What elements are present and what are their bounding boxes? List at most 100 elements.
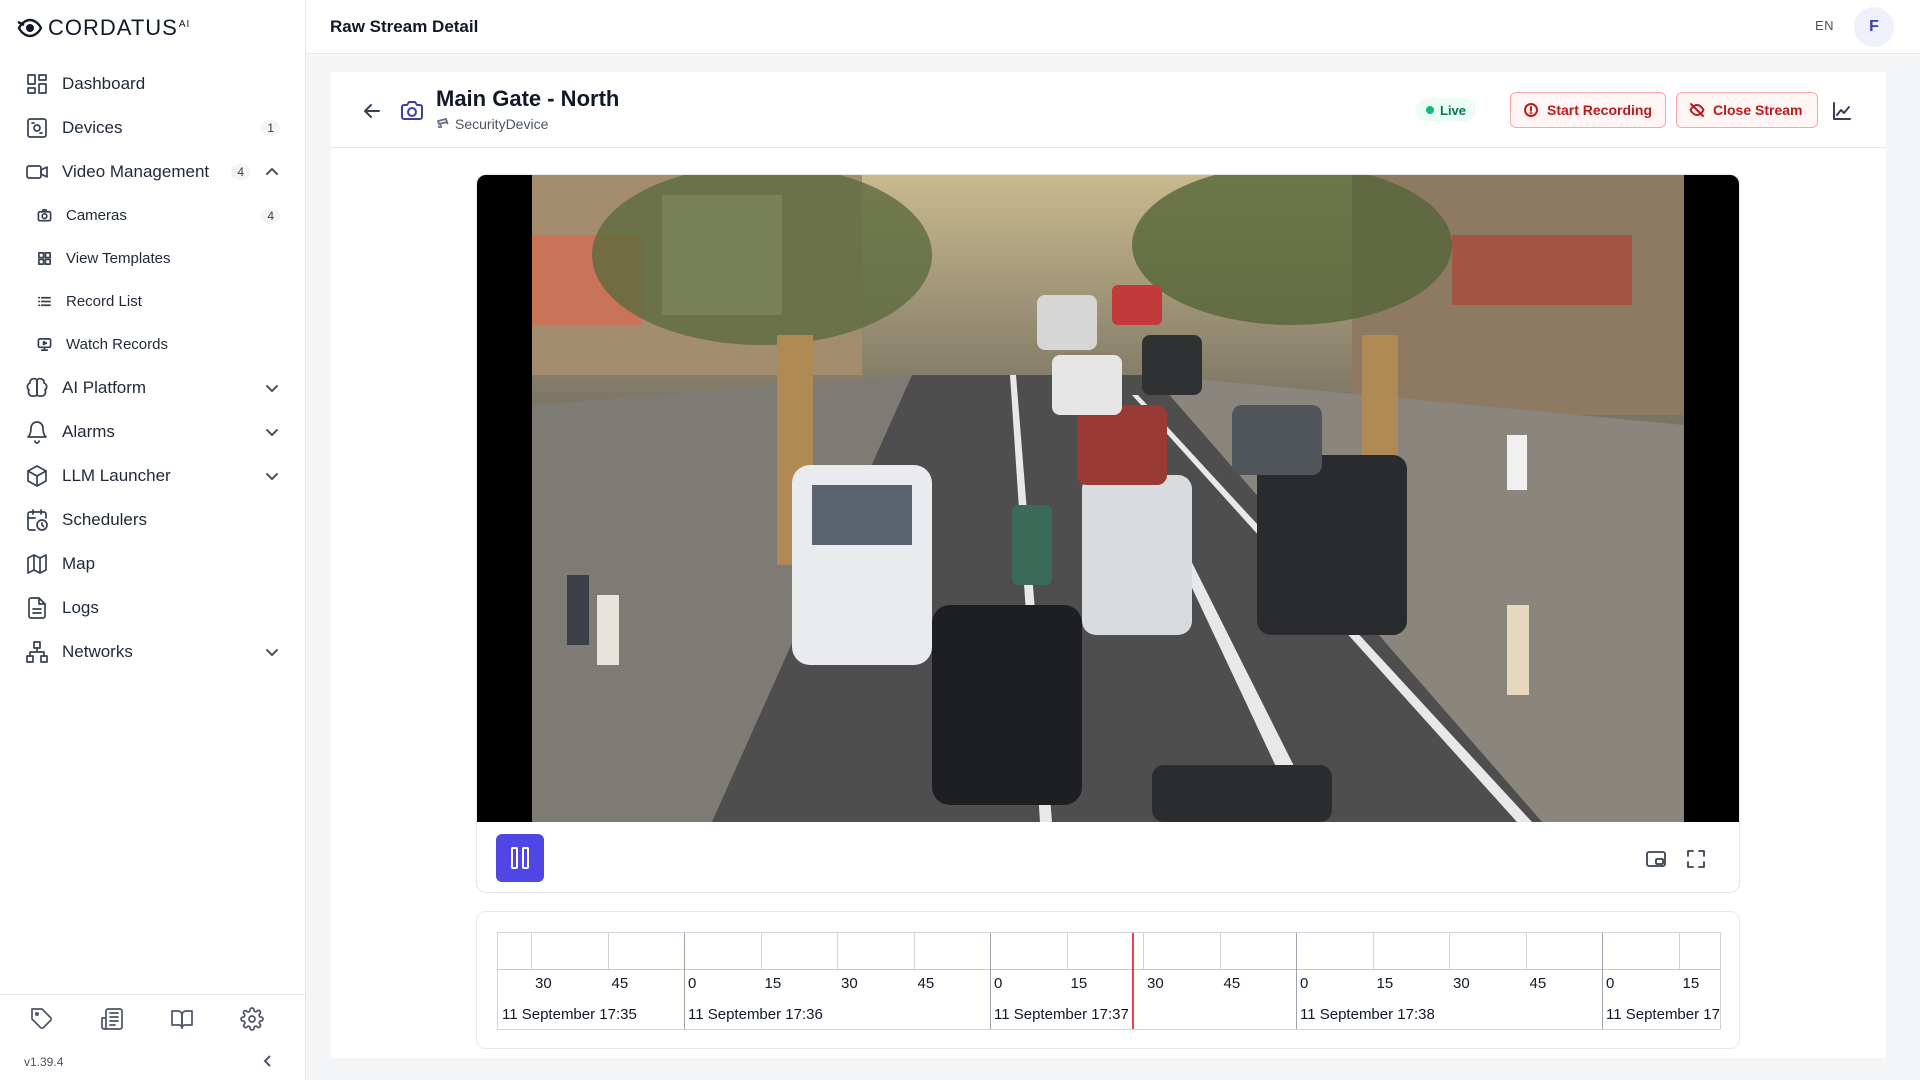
sidebar-item-llm-launcher[interactable]: LLM Launcher: [0, 454, 306, 498]
timeline-major-tick: [990, 933, 991, 1029]
language-switcher[interactable]: EN: [1815, 18, 1834, 33]
record-icon: [1524, 103, 1538, 117]
timeline-second-label: 45: [1223, 975, 1241, 992]
chevron-up-icon[interactable]: [264, 164, 280, 180]
sidebar-item-alarms[interactable]: Alarms: [0, 410, 306, 454]
sidebar: CORDATUSAI Dashboard Devices 1 Video Man…: [0, 0, 306, 1080]
timeline-minor-tick: [913, 933, 915, 969]
dashboard-icon: [24, 71, 50, 97]
sidebar-item-label: Devices: [62, 118, 123, 137]
top-bar: Raw Stream Detail EN F: [306, 0, 1920, 54]
sidebar-item-label: Watch Records: [66, 336, 168, 353]
live-status-label: Live: [1440, 102, 1467, 118]
book-icon[interactable]: [170, 1007, 194, 1031]
sidebar-item-ai-platform[interactable]: AI Platform: [0, 366, 306, 410]
timeline-second-label: 0: [688, 975, 697, 992]
timeline-major-tick: [1602, 933, 1603, 1029]
map-icon: [24, 551, 50, 577]
sidebar-item-video-management[interactable]: Video Management 4: [0, 150, 306, 194]
sidebar-item-watch-records[interactable]: Watch Records: [0, 323, 306, 366]
device-type: SecurityDevice: [436, 116, 548, 132]
sidebar-nav: Dashboard Devices 1 Video Management 4 C…: [0, 62, 306, 674]
timeline-minor-tick: [760, 933, 762, 969]
network-icon: [24, 639, 50, 665]
page-title: Raw Stream Detail: [330, 17, 479, 36]
sidebar-item-label: AI Platform: [62, 378, 147, 397]
sidebar-item-devices[interactable]: Devices 1: [0, 106, 306, 150]
timeline-second-label: 15: [1070, 975, 1088, 992]
devices-icon: [24, 115, 50, 141]
sidebar-item-view-templates[interactable]: View Templates: [0, 237, 306, 280]
timeline-second-label: 45: [611, 975, 629, 992]
timeline-minor-tick: [1143, 933, 1144, 969]
settings-icon[interactable]: [240, 1007, 264, 1031]
pause-button[interactable]: [496, 834, 544, 882]
logo-eye-icon: [17, 18, 43, 38]
tag-icon[interactable]: [30, 1007, 54, 1031]
video-management-count-badge: 4: [231, 164, 250, 180]
stream-name: Main Gate - North: [436, 86, 620, 111]
calendar-clock-icon: [24, 507, 50, 533]
logo[interactable]: CORDATUSAI: [16, 12, 190, 44]
stream-detail-card: Main Gate - North SecurityDevice Live St…: [331, 72, 1886, 1058]
bell-icon: [24, 419, 50, 445]
video-area[interactable]: [477, 175, 1739, 822]
fullscreen-icon[interactable]: [1685, 848, 1707, 870]
timeline-playhead[interactable]: [1132, 933, 1134, 1029]
timeline-second-label: 30: [1147, 975, 1164, 992]
picture-in-picture-icon[interactable]: [1645, 848, 1667, 870]
sidebar-item-label: Video Management: [62, 162, 210, 181]
user-avatar[interactable]: F: [1854, 7, 1894, 47]
timeline-second-label: 45: [917, 975, 935, 992]
sidebar-item-label: LLM Launcher: [62, 466, 171, 485]
chevron-down-icon[interactable]: [264, 644, 280, 660]
back-arrow-icon[interactable]: [361, 100, 383, 122]
timeline-minor-tick: [1449, 933, 1450, 969]
timeline-track[interactable]: 11 September 17:35 30 45 11 September 17:36…: [497, 932, 1721, 1030]
collapse-sidebar-icon[interactable]: [260, 1053, 276, 1069]
sidebar-item-label: Logs: [62, 598, 99, 617]
timeline-minor-tick: [1678, 933, 1680, 969]
sidebar-item-schedulers[interactable]: Schedulers: [0, 498, 306, 542]
timeline-second-label: 15: [764, 975, 782, 992]
app-version: v1.39.4: [24, 1055, 64, 1069]
sidebar-item-label: Schedulers: [62, 510, 148, 529]
timeline-minute-label: 11 September 17:35: [502, 1006, 637, 1023]
cctv-icon: [436, 117, 449, 128]
logo-text: CORDATUSAI: [48, 15, 191, 40]
sidebar-item-label: View Templates: [66, 250, 171, 267]
chevron-down-icon[interactable]: [264, 468, 280, 484]
sidebar-item-record-list[interactable]: Record List: [0, 280, 306, 323]
timeline-second-label: 15: [1682, 975, 1700, 992]
video-icon: [24, 159, 50, 185]
sidebar-item-label: Record List: [66, 293, 142, 310]
brain-icon: [24, 375, 50, 401]
monitor-play-icon: [36, 337, 52, 353]
timeline-second-label: 0: [1300, 975, 1309, 992]
list-icon: [36, 294, 52, 310]
close-stream-button[interactable]: Close Stream: [1676, 92, 1818, 128]
chevron-down-icon[interactable]: [264, 424, 280, 440]
live-status-badge: Live: [1416, 98, 1477, 122]
timeline-minute-label: 11 September 17:37: [994, 1006, 1129, 1023]
sidebar-item-dashboard[interactable]: Dashboard: [0, 62, 306, 106]
grid-icon: [36, 251, 52, 267]
timeline-second-label: 30: [841, 975, 858, 992]
timeline-minor-tick: [1219, 933, 1221, 969]
sidebar-item-map[interactable]: Map: [0, 542, 306, 586]
chevron-down-icon[interactable]: [264, 380, 280, 396]
devices-count-badge: 1: [261, 120, 280, 136]
sidebar-item-cameras[interactable]: Cameras 4: [0, 194, 306, 237]
live-dot-icon: [1426, 106, 1434, 114]
timeline-second-label: 45: [1529, 975, 1547, 992]
sidebar-item-networks[interactable]: Networks: [0, 630, 306, 674]
sidebar-item-logs[interactable]: Logs: [0, 586, 306, 630]
timeline-minor-tick: [531, 933, 532, 969]
camera-icon: [399, 98, 425, 124]
line-chart-icon[interactable]: [1831, 100, 1853, 122]
cameras-count-badge: 4: [261, 207, 280, 224]
timeline-second-label: 30: [535, 975, 552, 992]
newspaper-icon[interactable]: [100, 1007, 124, 1031]
close-stream-label: Close Stream: [1713, 102, 1803, 118]
start-recording-button[interactable]: Start Recording: [1510, 92, 1666, 128]
